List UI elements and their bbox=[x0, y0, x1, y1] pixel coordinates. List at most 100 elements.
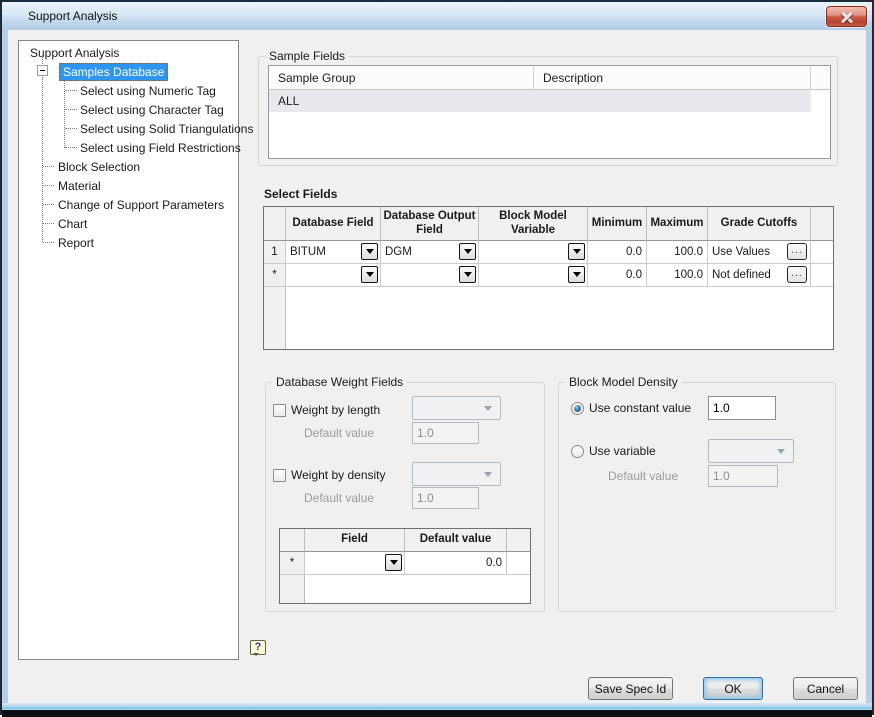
cell-database-output-field-row1[interactable]: DGM bbox=[381, 241, 479, 264]
chevron-down-icon bbox=[777, 449, 785, 454]
grade-cutoffs-more-button-row2[interactable]: ... bbox=[787, 266, 807, 283]
cell-maximum-row2[interactable]: 100.0 bbox=[647, 264, 708, 287]
help-icon[interactable]: ? bbox=[250, 640, 266, 655]
database-weight-fields-group: Database Weight Fields Weight by length … bbox=[265, 382, 545, 612]
database-field-dropdown-row1[interactable] bbox=[361, 243, 378, 260]
table-row: * 0.0 bbox=[280, 552, 530, 575]
description-cell[interactable] bbox=[534, 90, 811, 112]
column-header-default-value: Default value bbox=[405, 529, 507, 552]
database-output-field-dropdown-row1[interactable] bbox=[459, 243, 476, 260]
tree-item-select-using-numeric-tag[interactable]: Select using Numeric Tag bbox=[77, 81, 219, 100]
tree-item-report[interactable]: Report bbox=[55, 233, 97, 252]
title-bar[interactable]: Support Analysis bbox=[2, 2, 872, 30]
ok-button[interactable]: OK bbox=[703, 677, 763, 700]
row-header: * bbox=[280, 552, 305, 575]
column-header-spacer bbox=[811, 66, 830, 90]
cancel-button[interactable]: Cancel bbox=[793, 677, 858, 700]
chevron-down-icon bbox=[484, 472, 492, 477]
use-variable-radio[interactable] bbox=[571, 445, 584, 458]
cell-grade-cutoffs-row1[interactable]: Use Values ... bbox=[708, 241, 811, 264]
tree-item-block-selection[interactable]: Block Selection bbox=[55, 157, 143, 176]
block-model-variable-dropdown-row2[interactable] bbox=[568, 266, 585, 283]
cell-database-output-field-row2[interactable] bbox=[381, 264, 479, 287]
use-constant-value-radio[interactable] bbox=[571, 402, 584, 415]
weight-by-length-checkbox[interactable] bbox=[273, 404, 286, 417]
dialog-body: Support Analysis Samples Database Select… bbox=[8, 30, 866, 703]
close-icon bbox=[841, 11, 853, 23]
weight-by-density-field-combo bbox=[412, 462, 501, 486]
sample-group-row[interactable]: ALL bbox=[269, 90, 811, 112]
cell-minimum-row1[interactable]: 0.0 bbox=[588, 241, 647, 264]
close-button[interactable] bbox=[826, 6, 867, 27]
cell-database-field-row2[interactable] bbox=[286, 264, 381, 287]
length-default-value-input bbox=[412, 422, 479, 444]
grade-cutoffs-more-button-row1[interactable]: ... bbox=[787, 243, 807, 260]
tree-connector bbox=[43, 166, 54, 167]
tree-item-select-using-character-tag[interactable]: Select using Character Tag bbox=[77, 100, 227, 119]
block-model-density-group: Block Model Density Use constant value U… bbox=[558, 382, 836, 612]
weight-by-length-label: Weight by length bbox=[291, 403, 380, 417]
tree-item-select-using-field-restrictions[interactable]: Select using Field Restrictions bbox=[77, 138, 244, 157]
weight-field-dropdown[interactable] bbox=[385, 554, 402, 571]
tree-collapse-icon[interactable] bbox=[37, 65, 48, 76]
weight-by-density-label: Weight by density bbox=[291, 468, 386, 482]
weight-by-length-field-combo bbox=[412, 396, 501, 420]
tree-item-select-using-solid-triangulations[interactable]: Select using Solid Triangulations bbox=[77, 119, 256, 138]
use-constant-value-label: Use constant value bbox=[589, 401, 691, 415]
table-row: 1 BITUM DGM 0.0 100.0 Use Values ... bbox=[264, 241, 833, 264]
sample-group-table: Sample Group Description ALL bbox=[268, 65, 831, 159]
row-header-filler bbox=[280, 575, 305, 604]
tree-connector bbox=[65, 90, 77, 91]
tree-item-support-analysis[interactable]: Support Analysis bbox=[27, 43, 122, 62]
sample-fields-group: Sample Fields Sample Group Description A… bbox=[258, 56, 838, 166]
column-header-minimum: Minimum bbox=[588, 207, 647, 241]
row-header: 1 bbox=[264, 241, 286, 264]
column-header-database-output-field: Database Output Field bbox=[381, 207, 479, 241]
constant-value-input[interactable] bbox=[708, 396, 776, 420]
tree-item-material[interactable]: Material bbox=[55, 176, 104, 195]
tree-item-samples-database[interactable]: Samples Database bbox=[59, 62, 168, 81]
cell-maximum-row1[interactable]: 100.0 bbox=[647, 241, 708, 264]
support-analysis-dialog: Support Analysis Support Analysis Sample… bbox=[0, 0, 874, 715]
tree-connector bbox=[64, 81, 65, 148]
cell-weight-field[interactable] bbox=[305, 552, 405, 575]
variable-default-value-input bbox=[708, 465, 778, 487]
weight-by-density-checkbox[interactable] bbox=[273, 469, 286, 482]
cell-block-model-variable-row1[interactable] bbox=[479, 241, 588, 264]
tree-connector bbox=[43, 242, 54, 243]
tree-connector bbox=[65, 109, 77, 110]
tree-connector bbox=[42, 57, 43, 242]
select-fields-label: Select Fields bbox=[264, 187, 337, 201]
tree-connector bbox=[65, 147, 77, 148]
row-header: * bbox=[264, 264, 286, 287]
cell-grade-cutoffs-row2[interactable]: Not defined ... bbox=[708, 264, 811, 287]
cell-spacer-row1 bbox=[811, 241, 833, 264]
column-header-block-model-variable: Block Model Variable bbox=[479, 207, 588, 241]
cell-spacer-row2 bbox=[811, 264, 833, 287]
save-spec-id-button[interactable]: Save Spec Id bbox=[588, 677, 673, 700]
chevron-down-icon bbox=[484, 406, 492, 411]
tree-item-chart[interactable]: Chart bbox=[55, 214, 90, 233]
cell-weight-default-value[interactable]: 0.0 bbox=[405, 552, 507, 575]
column-header-sample-group: Sample Group bbox=[269, 66, 534, 90]
cell-database-field-row1[interactable]: BITUM bbox=[286, 241, 381, 264]
window-bottom-border bbox=[2, 703, 872, 710]
block-model-variable-dropdown-row1[interactable] bbox=[568, 243, 585, 260]
tree-connector bbox=[43, 223, 54, 224]
database-output-field-dropdown-row2[interactable] bbox=[459, 266, 476, 283]
column-header-rownum bbox=[280, 529, 305, 552]
database-field-dropdown-row2[interactable] bbox=[361, 266, 378, 283]
cell-block-model-variable-row2[interactable] bbox=[479, 264, 588, 287]
variable-field-combo bbox=[708, 439, 794, 463]
tree-item-change-of-support-parameters[interactable]: Change of Support Parameters bbox=[55, 195, 227, 214]
column-header-rownum bbox=[264, 207, 286, 241]
sample-group-cell[interactable]: ALL bbox=[269, 90, 534, 112]
cell-minimum-row2[interactable]: 0.0 bbox=[588, 264, 647, 287]
tree-connector bbox=[65, 128, 77, 129]
database-weight-fields-group-label: Database Weight Fields bbox=[272, 375, 407, 389]
density-default-value-label: Default value bbox=[304, 491, 374, 505]
column-header-spacer bbox=[507, 529, 530, 552]
column-header-maximum: Maximum bbox=[647, 207, 708, 241]
cell-spacer bbox=[507, 552, 530, 575]
select-fields-table: Database Field Database Output Field Blo… bbox=[263, 206, 834, 350]
